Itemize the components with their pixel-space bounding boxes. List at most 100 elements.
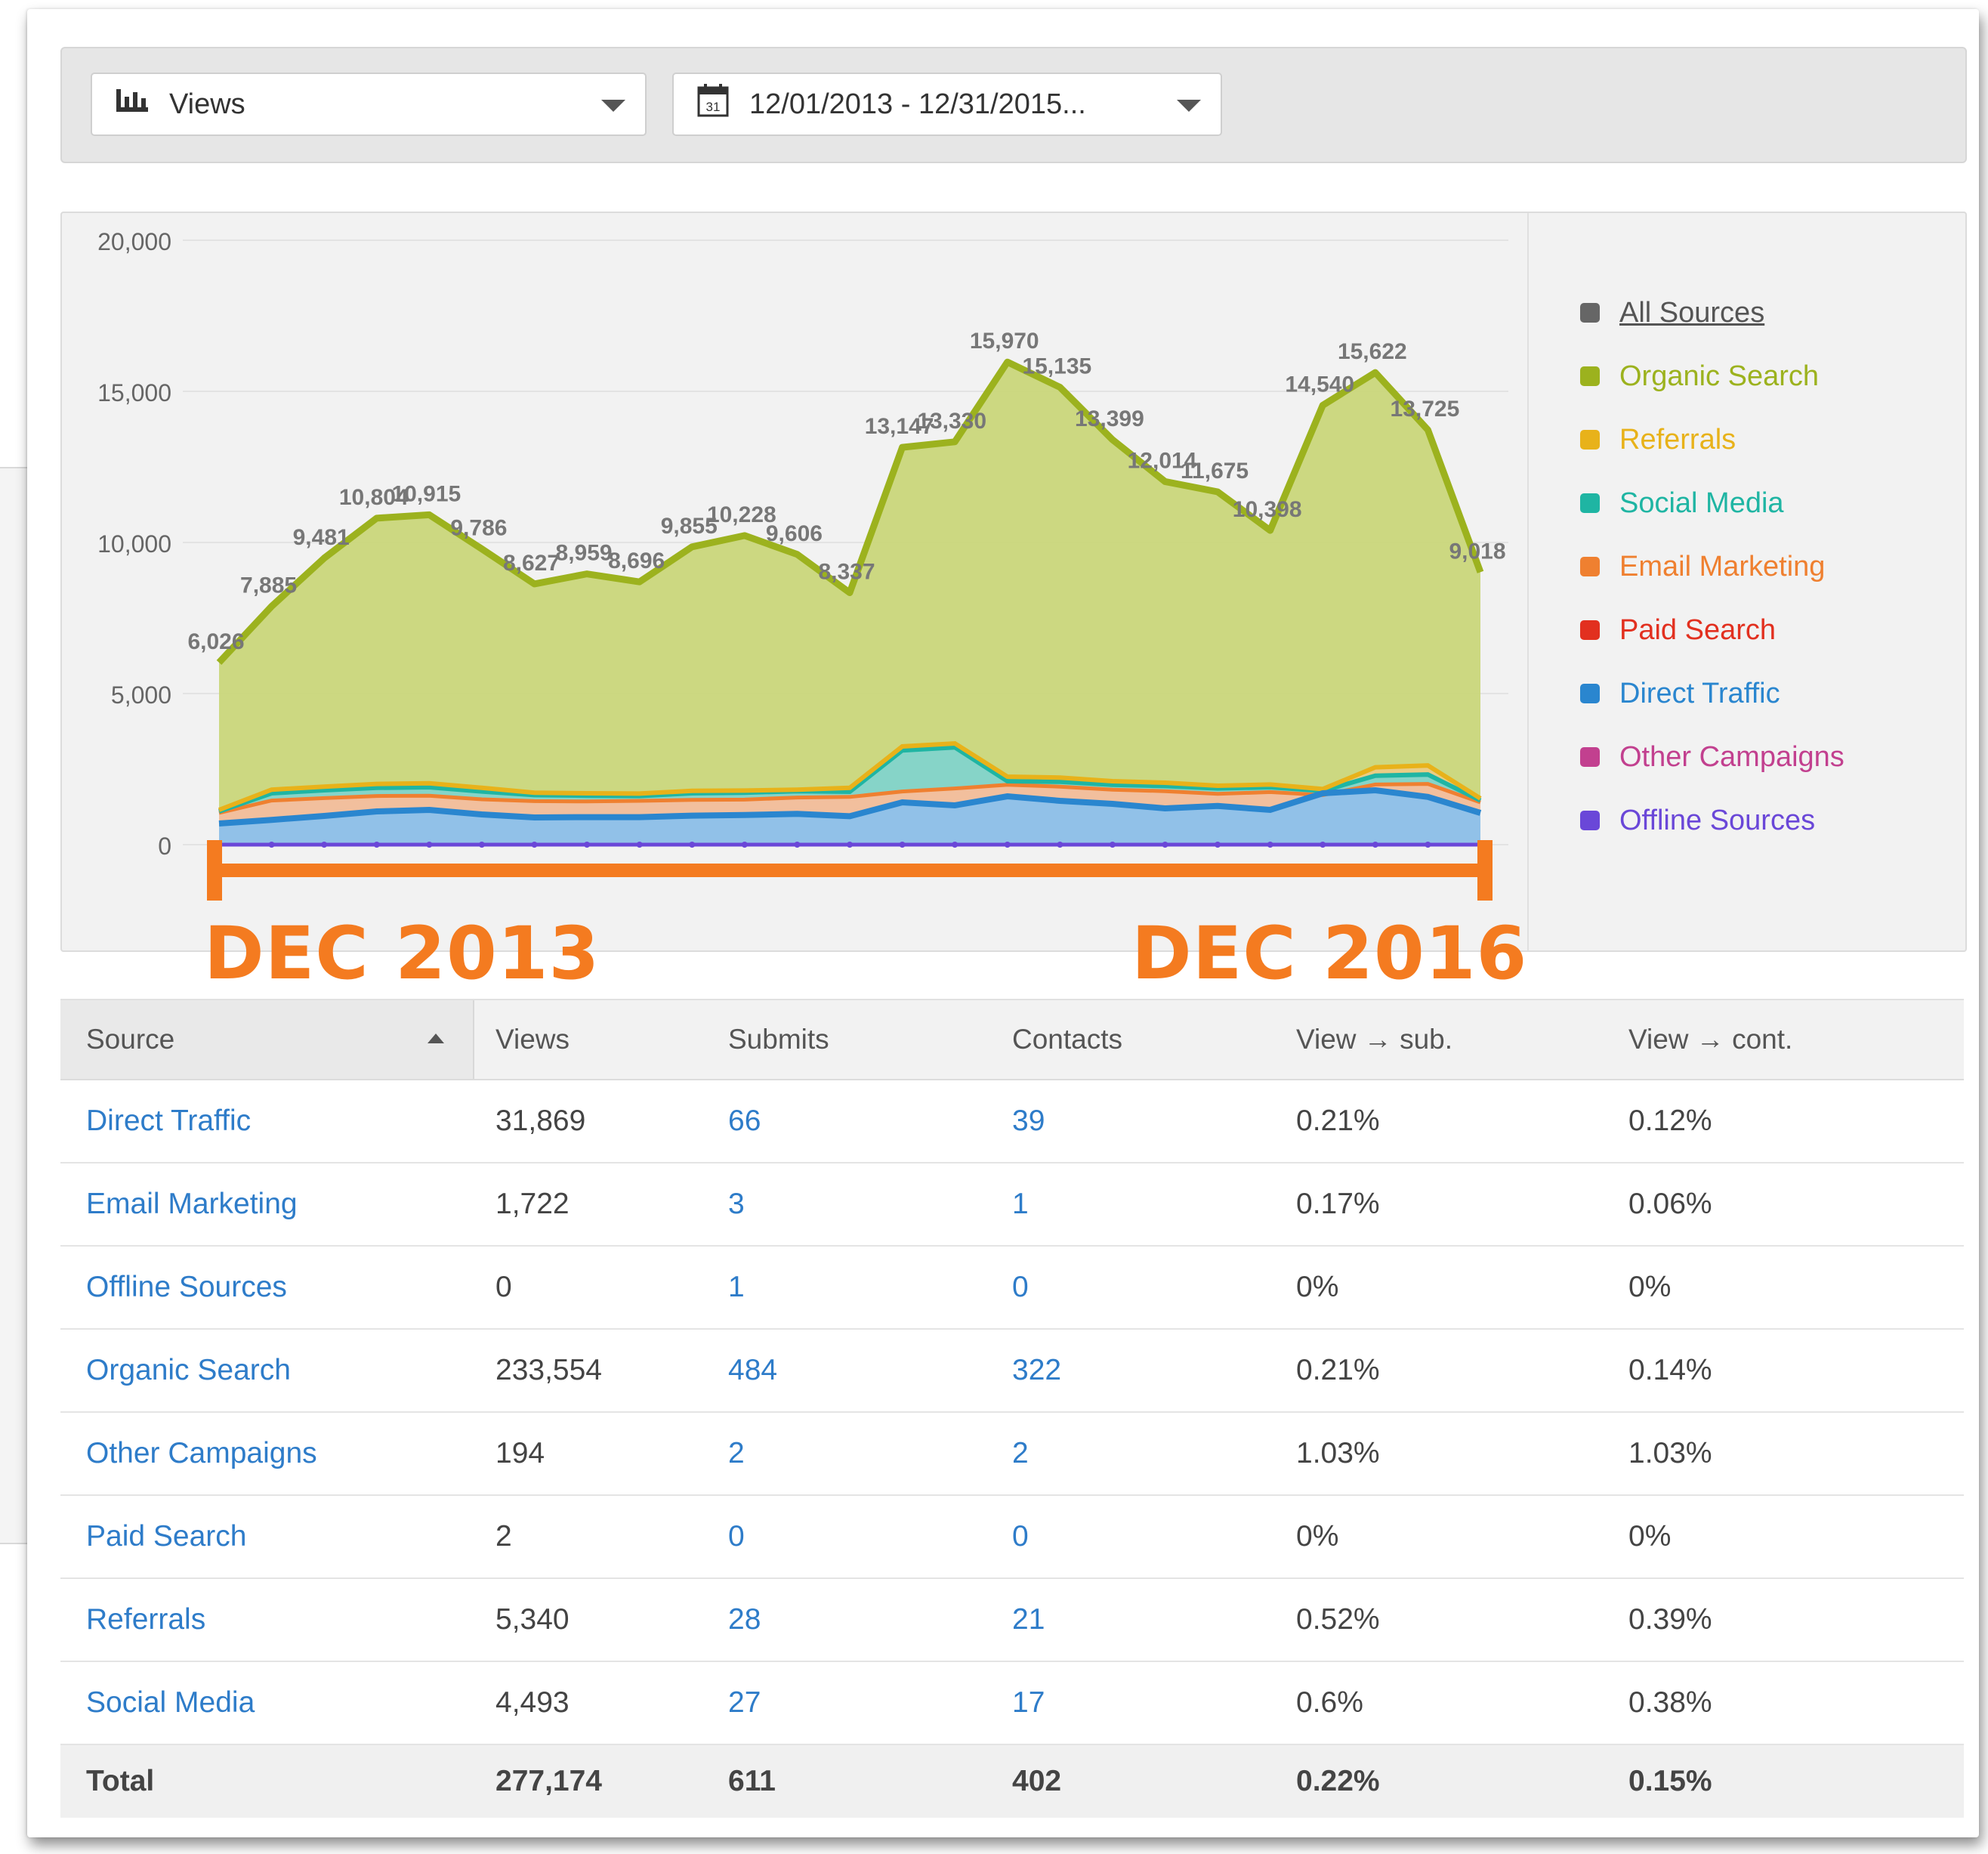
- header-view-to-sub[interactable]: View → sub.: [1296, 1000, 1452, 1079]
- table-row: Direct Traffic 31,869 66 39 0.21% 0.12%: [60, 1080, 1964, 1163]
- contacts-link[interactable]: 2: [1012, 1413, 1029, 1494]
- legend-label: Email Marketing: [1619, 550, 1826, 582]
- contacts-link[interactable]: 322: [1012, 1330, 1061, 1411]
- source-link[interactable]: Email Marketing: [86, 1163, 298, 1245]
- table-row: Other Campaigns 194 2 2 1.03% 1.03%: [60, 1413, 1964, 1496]
- contacts-link[interactable]: 39: [1012, 1080, 1045, 1162]
- legend-label: Paid Search: [1619, 613, 1777, 646]
- data-label: 13,725: [1391, 397, 1460, 422]
- legend-item[interactable]: Other Campaigns: [1580, 725, 1844, 789]
- total-label: Total: [86, 1765, 155, 1797]
- views-cell: 194: [495, 1437, 545, 1469]
- offline-sources-point: [373, 842, 380, 848]
- table-total-row: Total 277,174 611 402 0.22% 0.15%: [60, 1745, 1964, 1818]
- source-link[interactable]: Direct Traffic: [86, 1080, 251, 1162]
- source-link[interactable]: Offline Sources: [86, 1247, 287, 1328]
- legend-swatch: [1580, 366, 1600, 386]
- legend-item[interactable]: Referrals: [1580, 408, 1844, 471]
- contacts-link[interactable]: 0: [1012, 1247, 1029, 1328]
- submits-link[interactable]: 27: [728, 1662, 761, 1744]
- offline-sources-point: [794, 842, 801, 848]
- offline-sources-point: [1109, 842, 1116, 848]
- y-tick-label: 20,000: [97, 228, 171, 255]
- submits-link[interactable]: 2: [728, 1413, 745, 1494]
- offline-sources-point: [584, 842, 591, 848]
- chevron-down-icon: [1177, 100, 1201, 112]
- view-to-sub-cell: 0.21%: [1296, 1105, 1380, 1137]
- legend-label: Social Media: [1619, 487, 1784, 519]
- submits-link[interactable]: 484: [728, 1330, 777, 1411]
- offline-sources-point: [1320, 842, 1326, 848]
- view-to-cont-cell: 0%: [1628, 1271, 1672, 1303]
- legend-item[interactable]: Social Media: [1580, 471, 1844, 535]
- table-row: Offline Sources 0 1 0 0% 0%: [60, 1247, 1964, 1330]
- contacts-link[interactable]: 17: [1012, 1662, 1045, 1744]
- source-link[interactable]: Paid Search: [86, 1496, 246, 1577]
- legend-swatch: [1580, 747, 1600, 767]
- legend-item[interactable]: Offline Sources: [1580, 789, 1844, 852]
- legend-item[interactable]: Organic Search: [1580, 345, 1844, 408]
- submits-link[interactable]: 3: [728, 1163, 745, 1245]
- data-label: 9,481: [293, 525, 350, 550]
- header-contacts[interactable]: Contacts: [1012, 1000, 1122, 1079]
- data-label: 13,330: [917, 409, 986, 434]
- source-header-cell[interactable]: Source: [60, 1000, 474, 1079]
- contacts-link[interactable]: 0: [1012, 1496, 1029, 1577]
- contacts-link[interactable]: 1: [1012, 1163, 1029, 1245]
- legend-item[interactable]: Email Marketing: [1580, 535, 1844, 598]
- legend-item[interactable]: Direct Traffic: [1580, 662, 1844, 725]
- toolbar: Views 31 12/01/2013 - 12/31/2015...: [60, 47, 1967, 163]
- submits-link[interactable]: 0: [728, 1496, 745, 1577]
- view-to-cont-cell: 0.38%: [1628, 1686, 1712, 1719]
- legend-label: Organic Search: [1619, 360, 1820, 392]
- contacts-link[interactable]: 21: [1012, 1579, 1045, 1661]
- offline-sources-point: [741, 842, 748, 848]
- legend-swatch: [1580, 557, 1600, 576]
- offline-sources-point: [1162, 842, 1168, 848]
- offline-sources-point: [952, 842, 958, 848]
- offline-sources-point: [636, 842, 643, 848]
- offline-sources-point: [1215, 842, 1221, 848]
- calendar-icon: 31: [696, 83, 730, 125]
- header-views[interactable]: Views: [495, 1000, 570, 1079]
- source-link[interactable]: Referrals: [86, 1579, 205, 1661]
- chevron-down-icon: [601, 100, 625, 112]
- submits-link[interactable]: 66: [728, 1080, 761, 1162]
- data-label: 6,026: [187, 629, 244, 654]
- views-cell: 4,493: [495, 1686, 570, 1719]
- source-link[interactable]: Other Campaigns: [86, 1413, 317, 1494]
- y-tick-label: 15,000: [97, 379, 171, 406]
- data-label: 15,135: [1022, 354, 1091, 379]
- view-to-sub-cell: 0%: [1296, 1520, 1339, 1553]
- offline-sources-point: [268, 842, 275, 848]
- metric-select[interactable]: Views: [91, 73, 647, 136]
- source-link[interactable]: Organic Search: [86, 1330, 291, 1411]
- data-label: 10,398: [1233, 497, 1302, 522]
- offline-sources-point: [1425, 842, 1431, 848]
- table-row: Organic Search 233,554 484 322 0.21% 0.14%: [60, 1330, 1964, 1413]
- views-cell: 5,340: [495, 1603, 570, 1636]
- views-cell: 233,554: [495, 1354, 602, 1386]
- y-tick-label: 10,000: [97, 530, 171, 558]
- legend-item[interactable]: Paid Search: [1580, 598, 1844, 662]
- views-area-chart: 0 5,000 10,000 15,000 20,000 6,026 7,885 9,481 1…: [97, 228, 1508, 901]
- calendar-day-number: 31: [706, 100, 721, 114]
- total-view-to-cont: 0.15%: [1628, 1765, 1712, 1797]
- legend-swatch: [1580, 811, 1600, 830]
- legend-swatch: [1580, 684, 1600, 703]
- view-to-sub-cell: 0.6%: [1296, 1686, 1363, 1719]
- table-header: Source Views Submits Contacts View → sub…: [60, 999, 1964, 1080]
- data-label: 8,959: [556, 541, 613, 566]
- chart-legend: All Sources Organic Search Referrals Social…: [1580, 281, 1844, 852]
- submits-link[interactable]: 1: [728, 1247, 745, 1328]
- header-submits[interactable]: Submits: [728, 1000, 829, 1079]
- source-link[interactable]: Social Media: [86, 1662, 255, 1744]
- header-view-to-cont[interactable]: View → cont.: [1628, 1000, 1792, 1079]
- legend-label: Referrals: [1619, 423, 1736, 456]
- offline-sources-point: [1057, 842, 1063, 848]
- views-cell: 31,869: [495, 1105, 586, 1137]
- submits-link[interactable]: 28: [728, 1579, 761, 1661]
- legend-item[interactable]: All Sources: [1580, 281, 1844, 345]
- date-range-select[interactable]: 31 12/01/2013 - 12/31/2015...: [672, 73, 1222, 136]
- table-body: Direct Traffic 31,869 66 39 0.21% 0.12% Email …: [60, 1080, 1964, 1745]
